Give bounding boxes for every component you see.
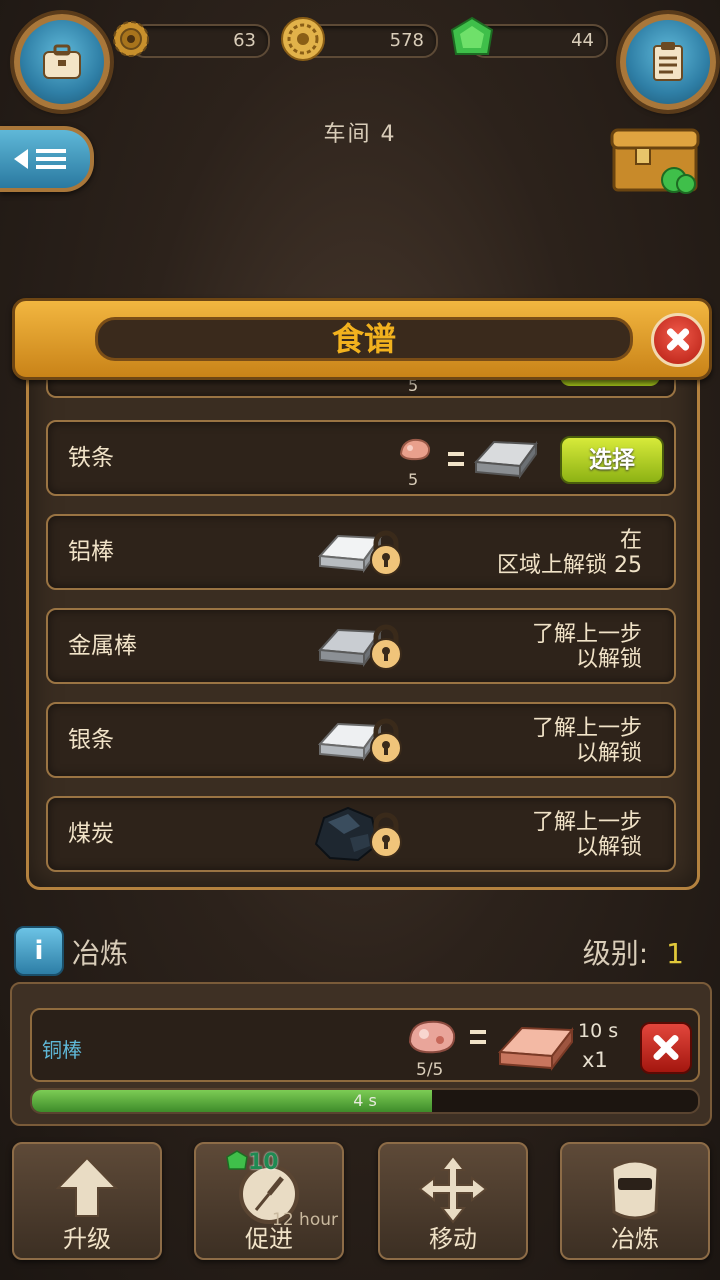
smelting-progress-bar: 4 s bbox=[30, 1088, 700, 1114]
level-value: 1 bbox=[666, 937, 684, 970]
smelting-item-name: 铜棒 bbox=[42, 1038, 82, 1062]
equals-sign bbox=[470, 1040, 486, 1044]
equals-sign bbox=[470, 1030, 486, 1034]
copper-bar-icon bbox=[497, 1026, 574, 1071]
progress-text: 4 s bbox=[353, 1091, 377, 1110]
recipe-row-silver-bar[interactable]: 银条 了解上一步 以解锁 bbox=[46, 702, 676, 778]
smelting-title: 冶炼 bbox=[72, 937, 129, 970]
unlock-line-2: 以解锁 bbox=[575, 835, 642, 860]
upgrade-label: 升级 bbox=[63, 1225, 111, 1253]
info-button[interactable]: i bbox=[14, 926, 64, 976]
gears-value: 63 bbox=[233, 30, 256, 51]
lock-icon bbox=[370, 718, 402, 764]
unlock-line-2: 区域上解锁 25 bbox=[497, 553, 642, 578]
smelting-item-row: 铜棒 5/5 10 s x1 bbox=[30, 1008, 700, 1082]
recipe-panel-header: 食谱 bbox=[12, 298, 712, 380]
treasure-chest-icon[interactable] bbox=[610, 124, 702, 196]
clipboard-icon bbox=[653, 42, 683, 81]
back-menu-button[interactable] bbox=[0, 126, 94, 192]
recipe-row-iron-bar[interactable]: 铁条 5 选择 bbox=[46, 420, 676, 496]
unlock-requirement: 了解上一步 以解锁 bbox=[532, 622, 642, 672]
move-arrows-icon bbox=[418, 1154, 488, 1224]
recipe-row-label: 银条 bbox=[68, 727, 114, 753]
coin-icon bbox=[281, 17, 325, 61]
boost-label: 促进 bbox=[245, 1225, 293, 1253]
recipe-row-label: 铝棒 bbox=[68, 539, 114, 565]
close-recipe-button[interactable] bbox=[651, 313, 705, 367]
recipe-row-aluminum-rod[interactable]: 铝棒 在 区域上解锁 25 bbox=[46, 514, 676, 590]
menu-back-icon bbox=[14, 149, 66, 169]
lock-icon bbox=[370, 812, 402, 858]
clipboard-button[interactable] bbox=[620, 14, 716, 110]
gem-icon bbox=[226, 1150, 248, 1170]
select-button[interactable]: 选择 bbox=[560, 436, 664, 484]
recipe-row-qty: 5 bbox=[408, 470, 419, 489]
level-display: 级别: 1 bbox=[583, 932, 684, 972]
unlock-requirement: 在 区域上解锁 25 bbox=[497, 528, 642, 578]
smelt-label: 冶炼 bbox=[611, 1225, 659, 1253]
unlock-line-2: 以解锁 bbox=[575, 647, 642, 672]
copper-ore-icon bbox=[408, 1020, 456, 1054]
unlock-line-1: 了解上一步 bbox=[531, 716, 642, 741]
smelt-tab[interactable]: 冶炼 bbox=[560, 1142, 710, 1260]
briefcase-button[interactable] bbox=[14, 14, 110, 110]
ore-icon bbox=[399, 438, 431, 461]
equals-sign bbox=[448, 462, 464, 466]
upgrade-tab[interactable]: 升级 bbox=[12, 1142, 162, 1260]
smelting-queue: 铜棒 5/5 10 s x1 4 s bbox=[10, 982, 712, 1126]
recipe-row-label: 铁条 bbox=[68, 445, 114, 471]
welding-mask-icon bbox=[610, 1159, 660, 1220]
unlock-line-1: 了解上一步 bbox=[531, 622, 642, 647]
briefcase-icon bbox=[43, 44, 81, 79]
boost-gem-cost: 10 bbox=[248, 1150, 279, 1175]
gear-icon bbox=[113, 21, 149, 57]
smelting-time: 10 s bbox=[578, 1020, 619, 1042]
iron-bar-icon bbox=[473, 440, 538, 480]
recipe-row-label: 金属棒 bbox=[68, 633, 137, 659]
unlock-requirement: 了解上一步 以解锁 bbox=[532, 716, 642, 766]
recipe-title: 食谱 bbox=[331, 320, 396, 358]
unlock-line-2: 以解锁 bbox=[575, 741, 642, 766]
lock-icon bbox=[370, 624, 402, 670]
boost-tab[interactable]: 10 12 hour 促进 bbox=[194, 1142, 344, 1260]
smelting-input-qty: 5/5 bbox=[416, 1060, 444, 1080]
move-tab[interactable]: 移动 bbox=[378, 1142, 528, 1260]
gems-value: 44 bbox=[571, 30, 594, 51]
cancel-smelting-button[interactable] bbox=[640, 1022, 692, 1074]
unlock-requirement: 了解上一步 以解锁 bbox=[532, 810, 642, 860]
recipe-title-box: 食谱 bbox=[95, 317, 633, 361]
equals-sign bbox=[448, 452, 464, 456]
recipe-row-label: 煤炭 bbox=[68, 821, 114, 847]
move-label: 移动 bbox=[429, 1225, 477, 1253]
gem-icon bbox=[450, 16, 494, 55]
unlock-line-1: 在 bbox=[619, 528, 642, 553]
up-arrow-icon bbox=[55, 1156, 119, 1217]
lock-icon bbox=[370, 530, 402, 576]
recipe-row-coal[interactable]: 煤炭 了解上一步 以解锁 bbox=[46, 796, 676, 872]
coins-value: 578 bbox=[389, 30, 424, 51]
unlock-line-1: 了解上一步 bbox=[531, 810, 642, 835]
smelting-output-count: x1 bbox=[582, 1048, 608, 1072]
recipe-row-metal-rod[interactable]: 金属棒 了解上一步 以解锁 bbox=[46, 608, 676, 684]
level-label: 级别: bbox=[582, 937, 649, 970]
